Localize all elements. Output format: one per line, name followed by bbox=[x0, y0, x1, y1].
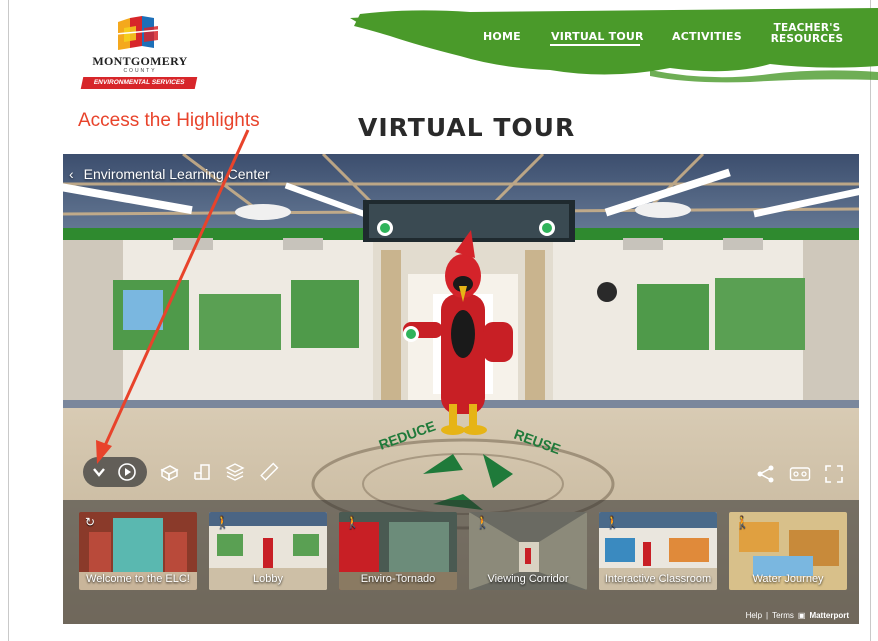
highlight-thumb-3[interactable]: 🚶 Enviro-Tornado bbox=[339, 512, 457, 590]
highlight-thumb-4[interactable]: 🚶 Viewing Corridor bbox=[469, 512, 587, 590]
fullscreen-icon[interactable] bbox=[824, 464, 844, 484]
nav-home-link[interactable]: HOME bbox=[483, 31, 521, 42]
layers-icon[interactable] bbox=[225, 462, 245, 482]
virtual-tour-viewer[interactable]: REDUCE REUSE ‹ Enviromental Learning Cen… bbox=[63, 154, 859, 624]
logo-county: COUNTY bbox=[123, 68, 157, 74]
thumb-2-label: Lobby bbox=[253, 573, 283, 585]
help-link[interactable]: Help bbox=[746, 611, 762, 620]
viewer-footer: Help | Terms ▣ Matterport bbox=[746, 611, 849, 620]
thumb-walk-icon: 🚶 bbox=[735, 515, 750, 529]
vr-headset-icon[interactable] bbox=[789, 466, 811, 482]
tour-space-title[interactable]: ‹ Enviromental Learning Center bbox=[69, 166, 270, 182]
terms-link[interactable]: Terms bbox=[772, 611, 794, 620]
thumb-360-icon: ↻ bbox=[85, 515, 96, 529]
highlight-thumb-2[interactable]: 🚶 Lobby bbox=[209, 512, 327, 590]
highlight-thumb-6[interactable]: 🚶 Water Journey bbox=[729, 512, 847, 590]
thumb-walk-icon: 🚶 bbox=[215, 515, 230, 529]
nav-activities-link[interactable]: ACTIVITIES bbox=[672, 31, 742, 42]
logo-name: MONTGOMERY bbox=[92, 54, 188, 68]
thumb-walk-icon: 🚶 bbox=[605, 515, 620, 529]
nav-active-underline bbox=[550, 44, 640, 46]
highlight-thumb-1[interactable]: ↻ Welcome to the ELC! bbox=[79, 512, 197, 590]
highlight-thumb-5[interactable]: 🚶 Interactive Classroom bbox=[599, 512, 717, 590]
chevron-down-icon[interactable] bbox=[91, 464, 107, 480]
logo-banner: ENVIRONMENTAL SERVICES bbox=[80, 77, 198, 89]
nav-virtual-tour-link[interactable]: VIRTUAL TOUR bbox=[551, 31, 644, 42]
page-title: VIRTUAL TOUR bbox=[358, 113, 576, 142]
floorplan-icon[interactable] bbox=[193, 463, 211, 481]
thumb-1-label: Welcome to the ELC! bbox=[86, 573, 190, 585]
annotation-access-highlights: Access the Highlights bbox=[78, 110, 260, 131]
highlights-control-pill[interactable] bbox=[83, 457, 147, 487]
page-border-left bbox=[8, 0, 9, 641]
share-icon[interactable] bbox=[756, 464, 776, 484]
montgomery-county-logo[interactable]: MONTGOMERY COUNTY ENVIRONMENTAL SERVICES bbox=[80, 14, 200, 92]
matterport-brand[interactable]: Matterport bbox=[809, 611, 849, 620]
back-chevron-icon[interactable]: ‹ bbox=[69, 166, 74, 182]
thumb-5-label: Interactive Classroom bbox=[604, 573, 712, 585]
logo-blocks-icon bbox=[115, 16, 161, 50]
page-border-right bbox=[870, 0, 871, 641]
tour-space-name: Enviromental Learning Center bbox=[83, 166, 270, 182]
matterport-logo-icon: ▣ bbox=[797, 611, 806, 620]
main-navigation: HOME VIRTUAL TOUR ACTIVITIES TEACHER'S R… bbox=[470, 14, 850, 64]
thumb-3-label: Enviro-Tornado bbox=[360, 573, 436, 585]
nav-teachers-resources-link[interactable]: TEACHER'S RESOURCES bbox=[767, 23, 847, 45]
highlights-reel[interactable]: ↻ Welcome to the ELC! 🚶 Lobby 🚶 Enviro-T… bbox=[63, 500, 859, 624]
dollhouse-icon[interactable] bbox=[159, 463, 179, 481]
thumb-6-label: Water Journey bbox=[752, 573, 824, 585]
play-circle-icon[interactable] bbox=[117, 462, 137, 482]
ruler-icon[interactable] bbox=[259, 462, 279, 482]
thumb-walk-icon: 🚶 bbox=[475, 515, 490, 529]
thumb-4-label: Viewing Corridor bbox=[487, 573, 569, 585]
footer-separator: | bbox=[766, 611, 769, 620]
thumb-walk-icon: 🚶 bbox=[345, 515, 360, 529]
